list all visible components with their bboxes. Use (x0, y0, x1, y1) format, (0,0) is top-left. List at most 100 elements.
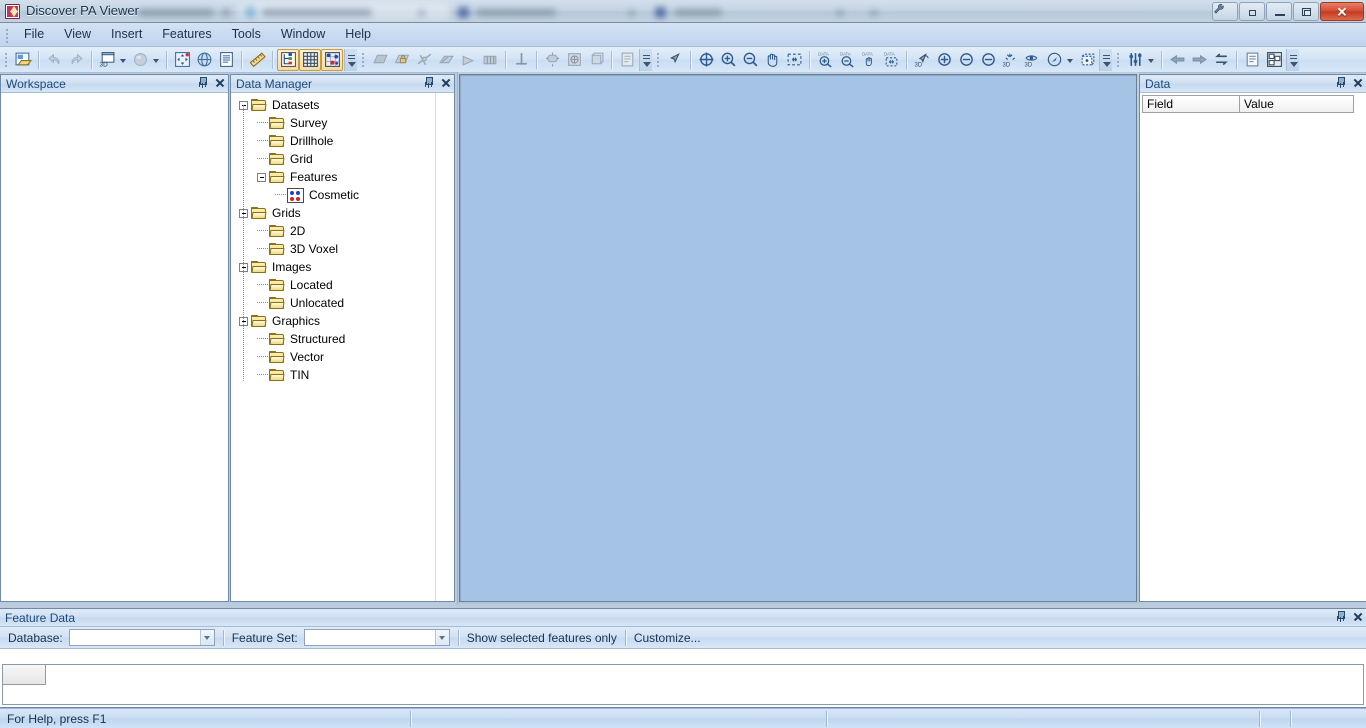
tree-item-drillhole[interactable]: Drillhole (239, 132, 454, 150)
tree-item-located[interactable]: Located (239, 276, 454, 294)
tree-item-datasets[interactable]: Datasets (239, 96, 454, 114)
pin-icon[interactable] (1335, 610, 1346, 623)
bounding-box-icon[interactable] (1076, 49, 1098, 71)
tree-item-unlocated[interactable]: Unlocated (239, 294, 454, 312)
data-manager-icon[interactable] (277, 48, 299, 71)
compass-icon[interactable] (1043, 49, 1065, 71)
minimize-icon[interactable] (1266, 2, 1292, 21)
toolbar-grip-view-tools[interactable] (1115, 50, 1122, 69)
zoom-out-minus-icon[interactable] (955, 49, 977, 71)
reset-3d-icon[interactable]: 3D (999, 49, 1021, 71)
plan-view-icon[interactable] (510, 49, 532, 71)
tree-item-vector[interactable]: Vector (239, 348, 454, 366)
drill-plan-icon[interactable] (479, 49, 501, 71)
menu-item-file[interactable]: File (14, 23, 54, 46)
data-zoom-in-icon[interactable]: DATA (814, 49, 836, 71)
data-pan-icon[interactable]: DATA (858, 49, 880, 71)
tree-item-grids[interactable]: Grids (239, 204, 454, 222)
new-3d-window-icon[interactable]: 3D (96, 49, 118, 71)
tree-item-grid[interactable]: Grid (239, 150, 454, 168)
feature-data-icon[interactable] (321, 48, 343, 71)
locked-shape-icon[interactable] (391, 49, 413, 71)
select-arrow-icon[interactable] (664, 49, 686, 71)
zoom-3d-icon[interactable]: 3D (911, 49, 933, 71)
customize-button[interactable]: Customize... (634, 631, 701, 645)
sphere-icon[interactable] (129, 49, 151, 71)
move-object-icon[interactable] (171, 49, 193, 71)
fence-diagram-icon[interactable] (435, 49, 457, 71)
grid-corner-selector[interactable] (3, 665, 46, 685)
ruler-icon[interactable] (246, 49, 268, 71)
zoom-extents-icon[interactable] (783, 49, 805, 71)
sliders-icon[interactable] (1124, 49, 1146, 71)
database-input[interactable] (69, 631, 198, 644)
tree-item-survey[interactable]: Survey (239, 114, 454, 132)
data-zoom-out-icon[interactable]: DATA (836, 49, 858, 71)
zoom-out-icon[interactable] (739, 49, 761, 71)
toolbar-overflow-drawing[interactable] (639, 48, 652, 71)
open-project-icon[interactable] (12, 49, 34, 71)
tree-item-features[interactable]: Features (239, 168, 454, 186)
tree-expander-icon[interactable] (257, 172, 266, 182)
menu-item-view[interactable]: View (54, 23, 101, 46)
menu-item-features[interactable]: Features (152, 23, 221, 46)
restore-icon[interactable] (1293, 2, 1319, 21)
feature-set-input[interactable] (304, 631, 433, 644)
tree-item-2d[interactable]: 2D (239, 222, 454, 240)
tree-item-graphics[interactable]: Graphics (239, 312, 454, 330)
small-square-icon[interactable] (1239, 2, 1265, 21)
tree-item-tin[interactable]: TIN (239, 366, 454, 384)
sphere-dropdown-arrow[interactable] (151, 49, 162, 71)
forward-arrow-icon[interactable] (1188, 49, 1210, 71)
toolbar-grip-drawing[interactable] (360, 50, 367, 69)
toolbar-grip-standard[interactable] (3, 50, 10, 69)
cube-wireframe-icon[interactable] (585, 49, 607, 71)
zoom-in-plus-icon[interactable] (933, 49, 955, 71)
tile-windows-icon[interactable] (1263, 49, 1285, 71)
menu-item-help[interactable]: Help (335, 23, 381, 46)
globe-icon[interactable] (193, 49, 215, 71)
menu-item-tools[interactable]: Tools (222, 23, 271, 46)
data-manager-panel-body[interactable]: Datasets Survey Drillhole Grid Features Cosme… (231, 93, 454, 601)
close-icon[interactable] (1352, 76, 1363, 89)
database-combo[interactable] (68, 629, 215, 646)
swap-arrows-icon[interactable] (1210, 49, 1232, 71)
workspace-panel-body[interactable] (1, 93, 228, 601)
data-panel-body[interactable]: Field Value (1140, 93, 1366, 601)
close-icon[interactable]: ✕ (1320, 2, 1364, 21)
toolbar-overflow-standard[interactable] (344, 48, 357, 71)
toolbar-grip-navigation[interactable] (655, 50, 662, 69)
tree-item-cosmetic[interactable]: Cosmetic (239, 186, 454, 204)
zoom-out-minus2-icon[interactable] (977, 49, 999, 71)
pan-center-icon[interactable] (695, 49, 717, 71)
column-header-value[interactable]: Value (1240, 95, 1354, 113)
feature-set-dropdown-arrow[interactable] (434, 630, 449, 645)
sliders-dropdown-arrow[interactable] (1146, 49, 1157, 71)
feature-data-grid[interactable] (2, 664, 1364, 705)
pin-icon[interactable] (423, 76, 434, 89)
show-selected-features-only-button[interactable]: Show selected features only (467, 631, 617, 645)
3d-view-canvas[interactable] (459, 74, 1137, 602)
back-arrow-icon[interactable] (1166, 49, 1188, 71)
grid-table-icon[interactable] (299, 48, 321, 71)
undo-icon[interactable] (43, 49, 65, 71)
tree-item-structured[interactable]: Structured (239, 330, 454, 348)
rotate-object-icon[interactable] (541, 49, 563, 71)
zoom-in-icon[interactable] (717, 49, 739, 71)
cone-icon[interactable] (457, 49, 479, 71)
database-dropdown-arrow[interactable] (199, 630, 214, 645)
eye-3d-icon[interactable]: 3D (1021, 49, 1043, 71)
clipboard-icon[interactable] (616, 49, 638, 71)
menu-item-insert[interactable]: Insert (101, 23, 152, 46)
close-icon[interactable] (214, 76, 225, 89)
feature-set-combo[interactable] (303, 629, 450, 646)
polygon-icon[interactable] (369, 49, 391, 71)
menu-item-window[interactable]: Window (271, 23, 335, 46)
report-icon[interactable] (215, 49, 237, 71)
menu-grip-handle[interactable] (3, 26, 12, 43)
column-header-field[interactable]: Field (1142, 95, 1240, 113)
new-3d-window-dropdown-arrow[interactable] (118, 49, 129, 71)
close-icon[interactable] (440, 76, 451, 89)
notes-icon[interactable] (1241, 49, 1263, 71)
tree-item-3d-voxel[interactable]: 3D Voxel (239, 240, 454, 258)
